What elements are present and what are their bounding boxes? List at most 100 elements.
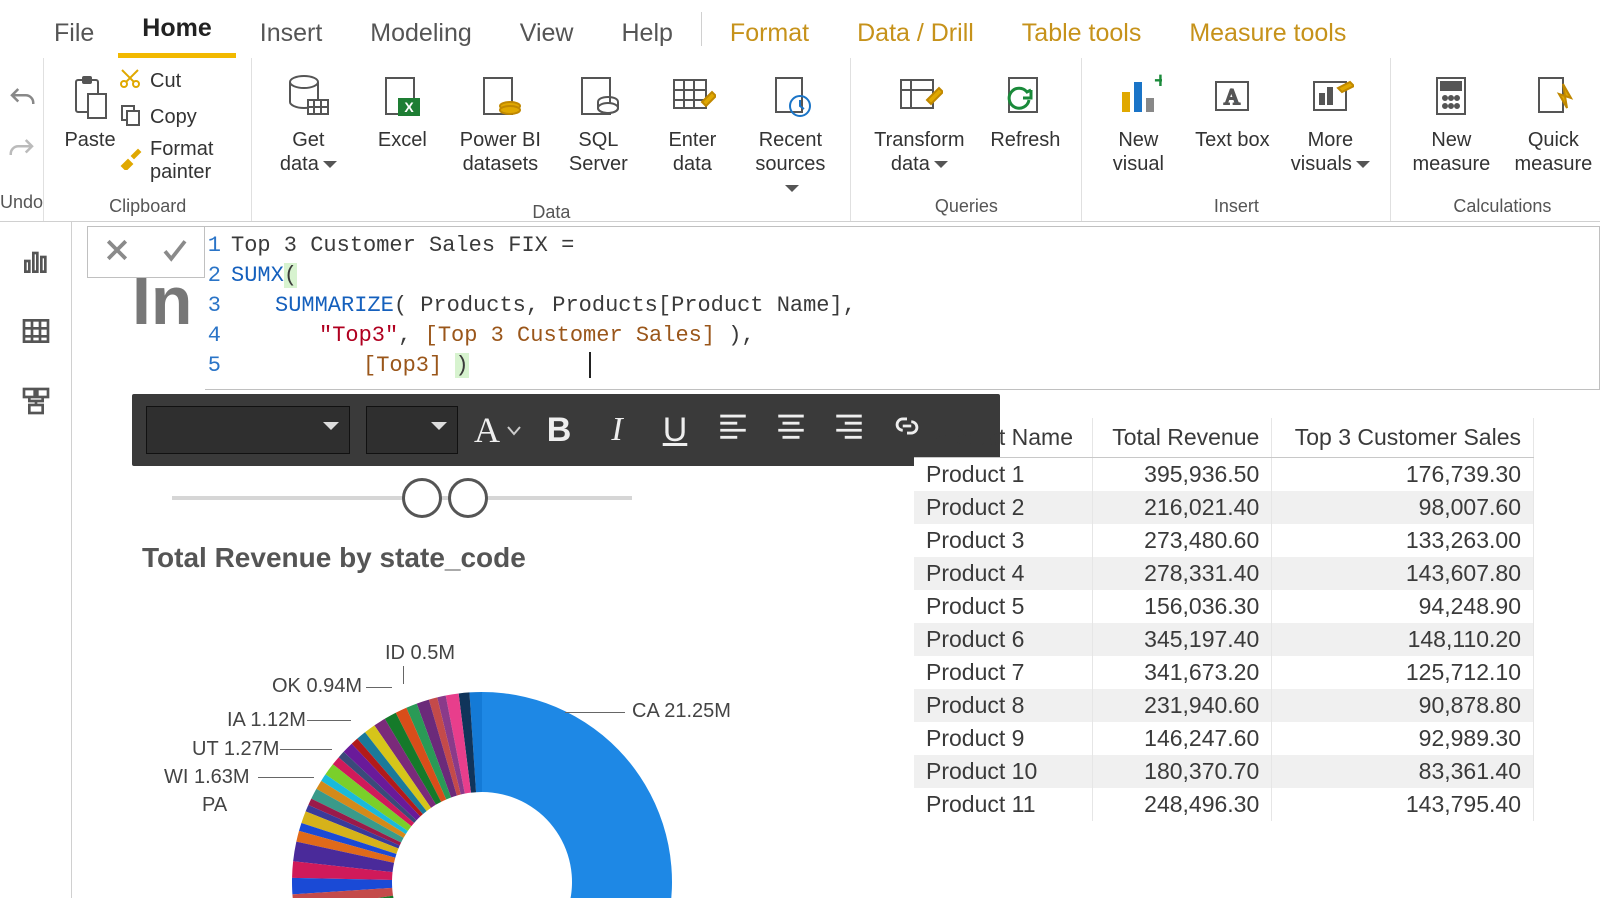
table-row[interactable]: Product 10180,370.7083,361.40	[914, 755, 1534, 788]
text-box-button[interactable]: AText box	[1194, 64, 1270, 152]
table-row[interactable]: Product 6345,197.40148,110.20	[914, 623, 1534, 656]
tab-file[interactable]: File	[30, 11, 118, 58]
font-size-dropdown[interactable]	[366, 406, 458, 454]
cancel-formula-button[interactable]	[102, 235, 132, 270]
align-right-button[interactable]	[828, 409, 870, 452]
quick-measure-button[interactable]: Quick measure	[1511, 64, 1595, 176]
table-row[interactable]: Product 11248,496.30143,795.40	[914, 788, 1534, 821]
leader-line	[565, 712, 625, 713]
cell-revenue: 231,940.60	[1093, 689, 1272, 722]
pbi-datasets-icon	[472, 68, 528, 124]
tab-data-drill[interactable]: Data / Drill	[833, 11, 998, 58]
leader-line	[280, 749, 332, 750]
cell-revenue: 146,247.60	[1093, 722, 1272, 755]
table-row[interactable]: Product 7341,673.20125,712.10	[914, 656, 1534, 689]
tab-help[interactable]: Help	[598, 11, 697, 58]
excel-button[interactable]: XExcel	[364, 64, 440, 152]
report-view-button[interactable]	[15, 240, 57, 282]
align-left-button[interactable]	[712, 409, 754, 452]
font-family-dropdown[interactable]	[146, 406, 350, 454]
redo-button[interactable]	[7, 135, 37, 170]
table-row[interactable]: Product 9146,247.6092,989.30	[914, 722, 1534, 755]
cell-revenue: 248,496.30	[1093, 788, 1272, 821]
formula-editor[interactable]: 1Top 3 Customer Sales FIX = 2SUMX( 3SUMM…	[205, 226, 1600, 390]
cell-top3: 94,248.90	[1272, 590, 1534, 623]
more-visuals-button[interactable]: More visuals	[1288, 64, 1372, 176]
cell-product: Product 1	[914, 458, 1093, 492]
svg-text:A: A	[1224, 84, 1240, 109]
tab-format[interactable]: Format	[706, 11, 833, 58]
table-row[interactable]: Product 4278,331.40143,607.80	[914, 557, 1534, 590]
range-slider[interactable]	[172, 478, 632, 518]
underline-button[interactable]: U	[654, 411, 696, 450]
data-group-label: Data	[270, 200, 832, 223]
sql-server-button[interactable]: SQL Server	[560, 64, 636, 176]
svg-text:+: +	[1154, 72, 1162, 93]
tab-view[interactable]: View	[496, 11, 598, 58]
commit-formula-button[interactable]	[160, 235, 190, 270]
align-center-button[interactable]	[770, 409, 812, 452]
tab-modeling[interactable]: Modeling	[346, 11, 495, 58]
new-measure-button[interactable]: New measure	[1409, 64, 1493, 176]
table-row[interactable]: Product 3273,480.60133,263.00	[914, 524, 1534, 557]
cell-revenue: 341,673.20	[1093, 656, 1272, 689]
table-row[interactable]: Product 1395,936.50176,739.30	[914, 458, 1534, 492]
cell-top3: 92,989.30	[1272, 722, 1534, 755]
pbi-datasets-button[interactable]: Power BI datasets	[458, 64, 542, 176]
col-total-revenue[interactable]: Total Revenue	[1093, 418, 1272, 458]
cell-revenue: 156,036.30	[1093, 590, 1272, 623]
italic-button[interactable]: I	[596, 411, 638, 449]
cell-revenue: 395,936.50	[1093, 458, 1272, 492]
scissors-icon	[118, 66, 142, 96]
tab-measure-tools[interactable]: Measure tools	[1165, 11, 1370, 58]
cell-product: Product 9	[914, 722, 1093, 755]
queries-group: Transform data Refresh Queries	[851, 58, 1082, 221]
leader-line	[403, 666, 404, 684]
clipboard-group-label: Clipboard	[62, 194, 233, 217]
workarea: In 1Top 3 Customer Sales FIX = 2SUMX( 3S…	[0, 222, 1600, 898]
copy-icon	[118, 102, 142, 132]
cell-revenue: 180,370.70	[1093, 755, 1272, 788]
copy-button[interactable]: Copy	[118, 102, 233, 132]
product-table[interactable]: Product Name Total Revenue Top 3 Custome…	[914, 418, 1600, 821]
text-format-toolbar: A B I U	[132, 394, 1000, 466]
undo-button[interactable]	[7, 84, 37, 119]
recent-sources-button[interactable]: Recent sources	[748, 64, 832, 200]
tab-insert[interactable]: Insert	[236, 11, 347, 58]
table-pencil-icon	[664, 68, 720, 124]
cell-product: Product 7	[914, 656, 1093, 689]
cell-revenue: 273,480.60	[1093, 524, 1272, 557]
cell-top3: 133,263.00	[1272, 524, 1534, 557]
refresh-button[interactable]: Refresh	[987, 64, 1063, 152]
data-view-button[interactable]	[15, 310, 57, 352]
formula-bar: 1Top 3 Customer Sales FIX = 2SUMX( 3SUMM…	[87, 226, 1600, 390]
paste-button[interactable]: Paste	[62, 64, 118, 152]
get-data-button[interactable]: Get data	[270, 64, 346, 176]
font-color-button[interactable]: A	[474, 409, 522, 451]
bold-button[interactable]: B	[538, 411, 580, 450]
slider-handle-high[interactable]	[448, 478, 488, 518]
table-row[interactable]: Product 8231,940.6090,878.80	[914, 689, 1534, 722]
tab-home[interactable]: Home	[118, 6, 235, 58]
cut-button[interactable]: Cut	[118, 66, 233, 96]
report-canvas[interactable]: In 1Top 3 Customer Sales FIX = 2SUMX( 3S…	[72, 222, 1600, 898]
pie-label-ca: CA 21.25M	[632, 700, 731, 723]
table-row[interactable]: Product 5156,036.3094,248.90	[914, 590, 1534, 623]
transform-data-button[interactable]: Transform data	[869, 64, 969, 176]
pie-label-wi: WI 1.63M	[164, 766, 250, 789]
cell-top3: 143,607.80	[1272, 557, 1534, 590]
col-top3-sales[interactable]: Top 3 Customer Sales	[1272, 418, 1534, 458]
table-row[interactable]: Product 2216,021.4098,007.60	[914, 491, 1534, 524]
insert-visuals-group: +New visual AText box More visuals Inser…	[1082, 58, 1391, 221]
col-product-name[interactable]: Product Name	[914, 418, 1093, 458]
slider-handle-low[interactable]	[402, 478, 442, 518]
new-visual-button[interactable]: +New visual	[1100, 64, 1176, 176]
model-view-button[interactable]	[15, 380, 57, 422]
excel-icon: X	[374, 68, 430, 124]
bar-chart-icon: +	[1110, 68, 1166, 124]
enter-data-button[interactable]: Enter data	[654, 64, 730, 176]
format-painter-button[interactable]: Format painter	[118, 138, 233, 184]
cell-top3: 176,739.30	[1272, 458, 1534, 492]
tab-table-tools[interactable]: Table tools	[998, 11, 1166, 58]
queries-group-label: Queries	[869, 194, 1063, 217]
